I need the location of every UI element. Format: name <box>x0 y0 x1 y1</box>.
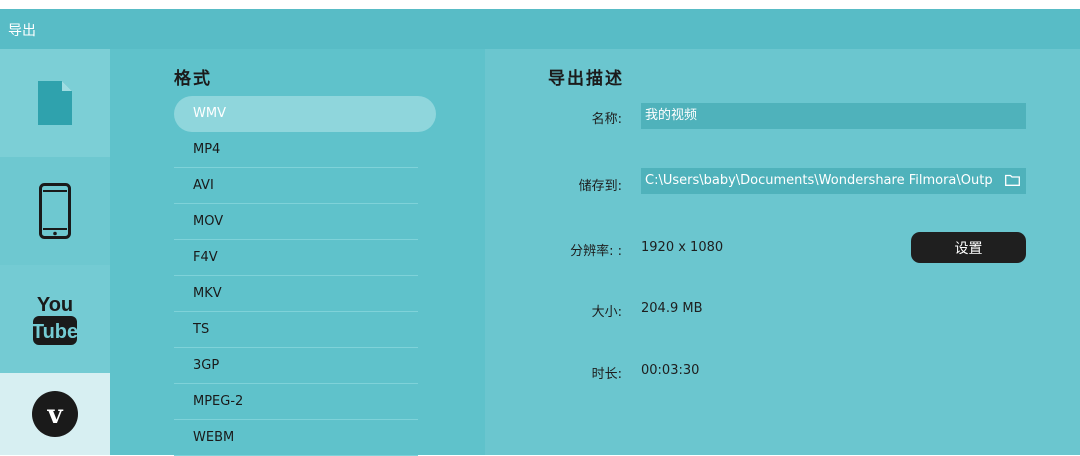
name-label: 名称: <box>591 112 622 127</box>
format-item-mkv[interactable]: MKV <box>174 276 418 312</box>
svg-text:You: You <box>37 294 73 316</box>
duration-label: 时长: <box>591 367 622 382</box>
svg-text:v: v <box>46 400 63 430</box>
save-path-label: 储存到: <box>578 179 622 194</box>
top-border <box>0 0 1080 9</box>
format-item-mov[interactable]: MOV <box>174 204 418 240</box>
resolution-label: 分辨率: : <box>570 244 622 259</box>
window-titlebar: 导出 <box>0 9 1080 49</box>
resolution-value: 1920 x 1080 <box>641 240 724 255</box>
folder-icon[interactable] <box>1005 174 1020 186</box>
youtube-icon: You Tube <box>32 294 78 345</box>
format-item-avi[interactable]: AVI <box>174 168 418 204</box>
tab-device[interactable] <box>0 157 110 265</box>
window-title: 导出 <box>8 23 36 39</box>
format-item-3gp[interactable]: 3GP <box>174 348 418 384</box>
duration-value: 00:03:30 <box>641 363 700 378</box>
save-path-input[interactable]: C:\Users\baby\Documents\Wondershare Film… <box>641 168 1026 194</box>
size-value: 204.9 MB <box>641 301 703 316</box>
file-icon <box>38 81 72 125</box>
tab-youtube[interactable]: You Tube <box>0 265 110 373</box>
detail-section-title: 导出描述 <box>548 69 624 89</box>
save-path-value: C:\Users\baby\Documents\Wondershare Film… <box>645 173 993 188</box>
format-section-title: 格式 <box>174 69 212 89</box>
format-item-f4v[interactable]: F4V <box>174 240 418 276</box>
settings-button[interactable]: 设置 <box>911 232 1026 263</box>
svg-text:Tube: Tube <box>32 321 78 343</box>
format-item-mpeg2[interactable]: MPEG-2 <box>174 384 418 420</box>
tab-local-file[interactable] <box>0 49 126 157</box>
format-item-ts[interactable]: TS <box>174 312 418 348</box>
export-target-sidebar: You Tube v <box>0 49 126 455</box>
format-item-mp4[interactable]: MP4 <box>174 132 418 168</box>
name-input[interactable]: 我的视频 <box>641 103 1026 129</box>
size-label: 大小: <box>591 305 622 320</box>
tab-vimeo[interactable]: v <box>0 373 110 455</box>
format-list: WMV MP4 AVI MOV F4V MKV TS 3GP MPEG-2 WE… <box>174 96 436 456</box>
format-item-webm[interactable]: WEBM <box>174 420 418 456</box>
phone-icon <box>39 183 71 239</box>
format-item-wmv[interactable]: WMV <box>174 96 436 132</box>
vimeo-icon: v <box>32 391 78 437</box>
